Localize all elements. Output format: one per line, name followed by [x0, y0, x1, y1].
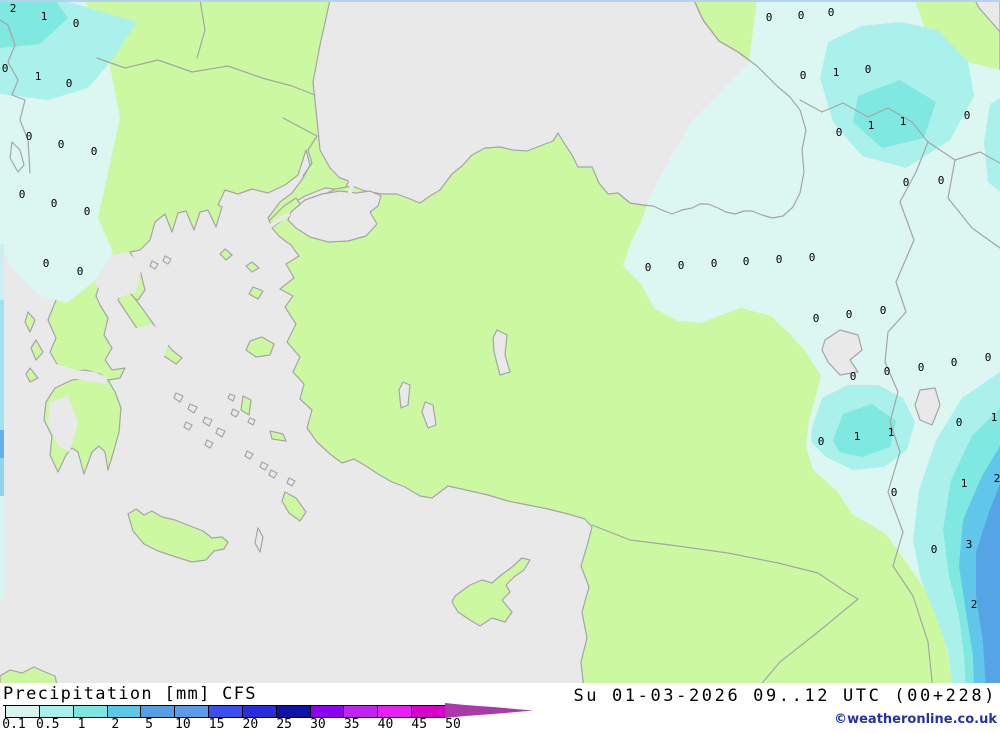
- precip-value-label: 2: [971, 598, 978, 611]
- legend-scale-label: 5: [145, 717, 153, 732]
- legend-color-cell: [141, 706, 176, 717]
- precip-value-label: 0: [776, 253, 783, 266]
- precip-value-label: 0: [678, 259, 685, 272]
- legend-color-cell: [276, 706, 311, 717]
- legend-scale-label: 45: [411, 717, 428, 732]
- legend-color-cell: [6, 706, 40, 717]
- precip-value-label: 0: [26, 130, 33, 143]
- precip-value-label: 0: [798, 9, 805, 22]
- precip-value-label: 0: [880, 304, 887, 317]
- legend-title: Precipitation [mm] CFS: [3, 684, 259, 706]
- precip-value-label: 0: [77, 265, 84, 278]
- precip-value-label: 1: [854, 430, 861, 443]
- precip-value-label: 1: [868, 119, 875, 132]
- precip-value-label: 0: [645, 261, 652, 274]
- precip-value-label: 0: [891, 486, 898, 499]
- legend-color-cell: [107, 706, 142, 717]
- precip-value-label: 0: [2, 62, 9, 75]
- legend-scale-label: 2: [111, 717, 120, 732]
- legend-scale-label: 25: [276, 717, 292, 732]
- legend-color-cell: [412, 706, 445, 717]
- precip-value-label: 0: [73, 17, 80, 30]
- precip-value-label: 0: [766, 11, 773, 24]
- precip-value-label: 0: [828, 6, 835, 19]
- legend-scale-label: 50: [445, 717, 461, 732]
- legend-color-cell: [344, 706, 379, 717]
- precip-value-label: 0: [956, 416, 963, 429]
- precip-value-label: 0: [931, 543, 938, 556]
- precip-left-edge-stripes: [0, 244, 4, 600]
- legend-color-cell: [242, 706, 277, 717]
- precip-value-label: 0: [800, 69, 807, 82]
- precip-value-label: 0: [711, 257, 718, 270]
- precip-value-label: 0: [951, 356, 958, 369]
- precip-value-label: 0: [743, 255, 750, 268]
- precip-value-label: 1: [35, 70, 42, 83]
- legend-scale-label: 20: [242, 717, 259, 732]
- precip-value-label: 0: [903, 176, 910, 189]
- legend-color-cell: [39, 706, 74, 717]
- precip-value-label: 1: [833, 66, 840, 79]
- legend-footer: Precipitation [mm] CFS 0.1 0.5 1 2 5 10 15 20 25…: [0, 683, 1000, 733]
- copyright-link[interactable]: ©weatheronline.co.uk: [834, 712, 997, 727]
- forecast-datetime: Su 01-03-2026 09..12 UTC (00+228): [573, 686, 997, 706]
- precip-value-label: 1: [888, 426, 895, 439]
- legend-scale-labels: 0.1 0.5 1 2 5 10 15 20 25 30 35 40 45 50: [0, 717, 540, 733]
- legend-scale-label: 15: [208, 717, 225, 732]
- precip-value-label: 1: [900, 115, 907, 128]
- precip-value-label: 0: [813, 312, 820, 325]
- legend-color-cell: [73, 706, 108, 717]
- precip-value-label: 0: [884, 365, 891, 378]
- precip-value-label: 1: [991, 411, 998, 424]
- legend-color-cell: [378, 706, 413, 717]
- precip-value-label: 0: [19, 188, 26, 201]
- precip-value-label: 0: [809, 251, 816, 264]
- precip-value-label: 0: [918, 361, 925, 374]
- precip-value-label: 0: [865, 63, 872, 76]
- precip-value-label: 0: [836, 126, 843, 139]
- legend-color-cell: [209, 706, 243, 717]
- precip-value-label: 1: [41, 10, 48, 23]
- legend-scale-label: 1: [77, 717, 86, 732]
- lake-beysehir: [398, 381, 411, 409]
- precipitation-map: 2 1 0 0 1 0 0 0 0 0 0 0 0 0 0 0 0 0 0 0 0 0 0 0 1 0 0 1 1 0 0 0 0 0 0 0 0 0 0 0…: [0, 0, 1000, 690]
- precip-value-label: 0: [51, 197, 58, 210]
- legend-color-cell: [310, 706, 345, 717]
- legend-scale-label: 10: [175, 717, 191, 732]
- precip-value-label: 2: [994, 472, 1000, 485]
- precip-value-label: 0: [985, 351, 992, 364]
- precip-value-label: 0: [84, 205, 91, 218]
- weather-map-page: 2100100000000000000000001001100000000000…: [0, 0, 1000, 733]
- precip-value-label: 0: [850, 370, 857, 383]
- precip-value-label: 3: [966, 538, 973, 551]
- precip-value-label: 0: [938, 174, 945, 187]
- map-top-edge-line: [0, 0, 1000, 2]
- legend-color-cell: [175, 706, 210, 717]
- precip-value-label: 0: [846, 308, 853, 321]
- precip-value-label: 0: [43, 257, 50, 270]
- legend-scale-label: 30: [310, 717, 326, 732]
- precip-value-label: 0: [91, 145, 98, 158]
- precip-value-label: 0: [58, 138, 65, 151]
- precip-value-label: 1: [961, 477, 968, 490]
- legend-scale-label: 0.1: [2, 717, 26, 732]
- precip-value-label: 2: [10, 2, 17, 15]
- legend-scale-label: 0.5: [36, 717, 60, 732]
- precip-value-label: 0: [964, 109, 971, 122]
- precip-value-label: 0: [66, 77, 73, 90]
- legend-scale-label: 35: [343, 717, 360, 732]
- precip-value-label: 0: [818, 435, 825, 448]
- legend-scale-label: 40: [377, 717, 394, 732]
